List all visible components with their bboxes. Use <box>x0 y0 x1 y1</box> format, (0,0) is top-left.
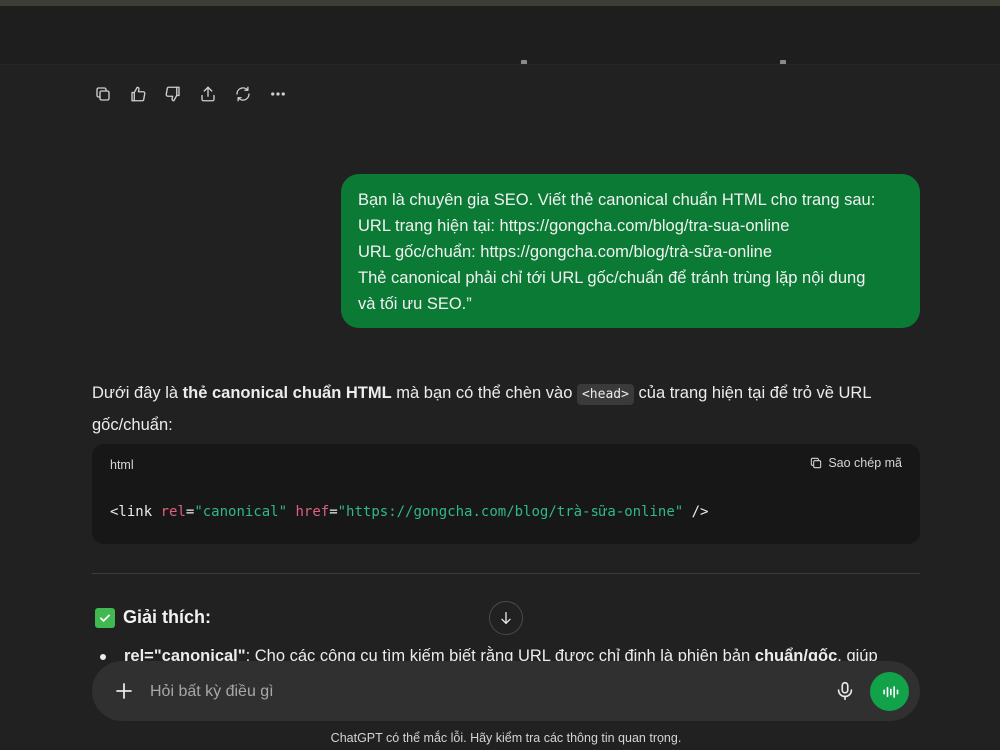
share-icon[interactable] <box>197 83 219 105</box>
regenerate-icon[interactable] <box>232 83 254 105</box>
copy-code-label: Sao chép mã <box>828 456 902 470</box>
thumbs-down-icon[interactable] <box>162 83 184 105</box>
waveform-icon <box>882 685 898 698</box>
code-punct: = <box>329 504 338 520</box>
plus-icon <box>116 683 132 699</box>
scroll-to-bottom-button[interactable] <box>489 601 523 635</box>
top-scrolled-area <box>0 6 1000 65</box>
user-message-line: Bạn là chuyên gia SEO. Viết thẻ canonica… <box>358 191 876 209</box>
copy-code-button[interactable]: Sao chép mã <box>809 456 902 470</box>
inline-code-head: <head> <box>576 384 634 405</box>
code-tag: <link <box>110 504 161 520</box>
message-actions <box>92 83 289 105</box>
intro-text: Dưới đây là <box>92 384 183 402</box>
code-attr-value: "canonical" <box>194 504 288 520</box>
user-message-line: URL gốc/chuẩn: https://gongcha.com/blog/… <box>358 243 772 261</box>
microphone-icon <box>837 681 853 701</box>
code-tag: /> <box>683 504 709 520</box>
clipped-text-fragment <box>780 44 786 64</box>
more-icon[interactable] <box>267 83 289 105</box>
code-attr-name: rel <box>160 504 186 520</box>
dictate-button[interactable] <box>834 680 856 702</box>
user-message-line: và tối ưu SEO.” <box>358 295 472 313</box>
code-attr-value: "https://gongcha.com/blog/trà-sữa-online… <box>337 504 684 520</box>
message-composer <box>92 661 920 721</box>
add-attachment-button[interactable] <box>112 679 136 703</box>
code-block: html Sao chép mã <link rel = "canonical" h… <box>92 444 920 544</box>
assistant-intro: Dưới đây là thẻ canonical chuẩn HTML mà … <box>92 378 920 440</box>
copy-icon[interactable] <box>92 83 114 105</box>
section-divider <box>92 573 920 574</box>
user-message-bubble: Bạn là chuyên gia SEO. Viết thẻ canonica… <box>341 174 920 328</box>
footer-disclaimer: ChatGPT có thể mắc lỗi. Hãy kiểm tra các… <box>330 731 682 745</box>
user-message-line: Thẻ canonical phải chỉ tới URL gốc/chuẩn… <box>358 269 866 287</box>
section-heading: Giải thích: <box>95 607 211 628</box>
intro-bold-text: thẻ canonical chuẩn HTML <box>182 384 392 402</box>
code-attr-name: href <box>295 504 330 520</box>
thumbs-up-icon[interactable] <box>127 83 149 105</box>
clipped-text-fragment <box>521 44 527 64</box>
code-language-label: html <box>110 458 134 472</box>
copy-icon <box>811 457 822 469</box>
voice-mode-button[interactable] <box>870 672 909 711</box>
arrow-down-icon <box>501 612 511 624</box>
user-message-line: URL trang hiện tại: https://gongcha.com/… <box>358 217 790 235</box>
intro-text: mà bạn có thể chèn vào <box>391 384 577 402</box>
check-mark-icon <box>95 607 115 628</box>
message-input[interactable] <box>148 675 772 709</box>
bullet-dot <box>100 653 106 660</box>
section-heading-text: Giải thích: <box>123 607 212 627</box>
code-line: <link rel="canonical" href="https://gong… <box>110 504 709 520</box>
